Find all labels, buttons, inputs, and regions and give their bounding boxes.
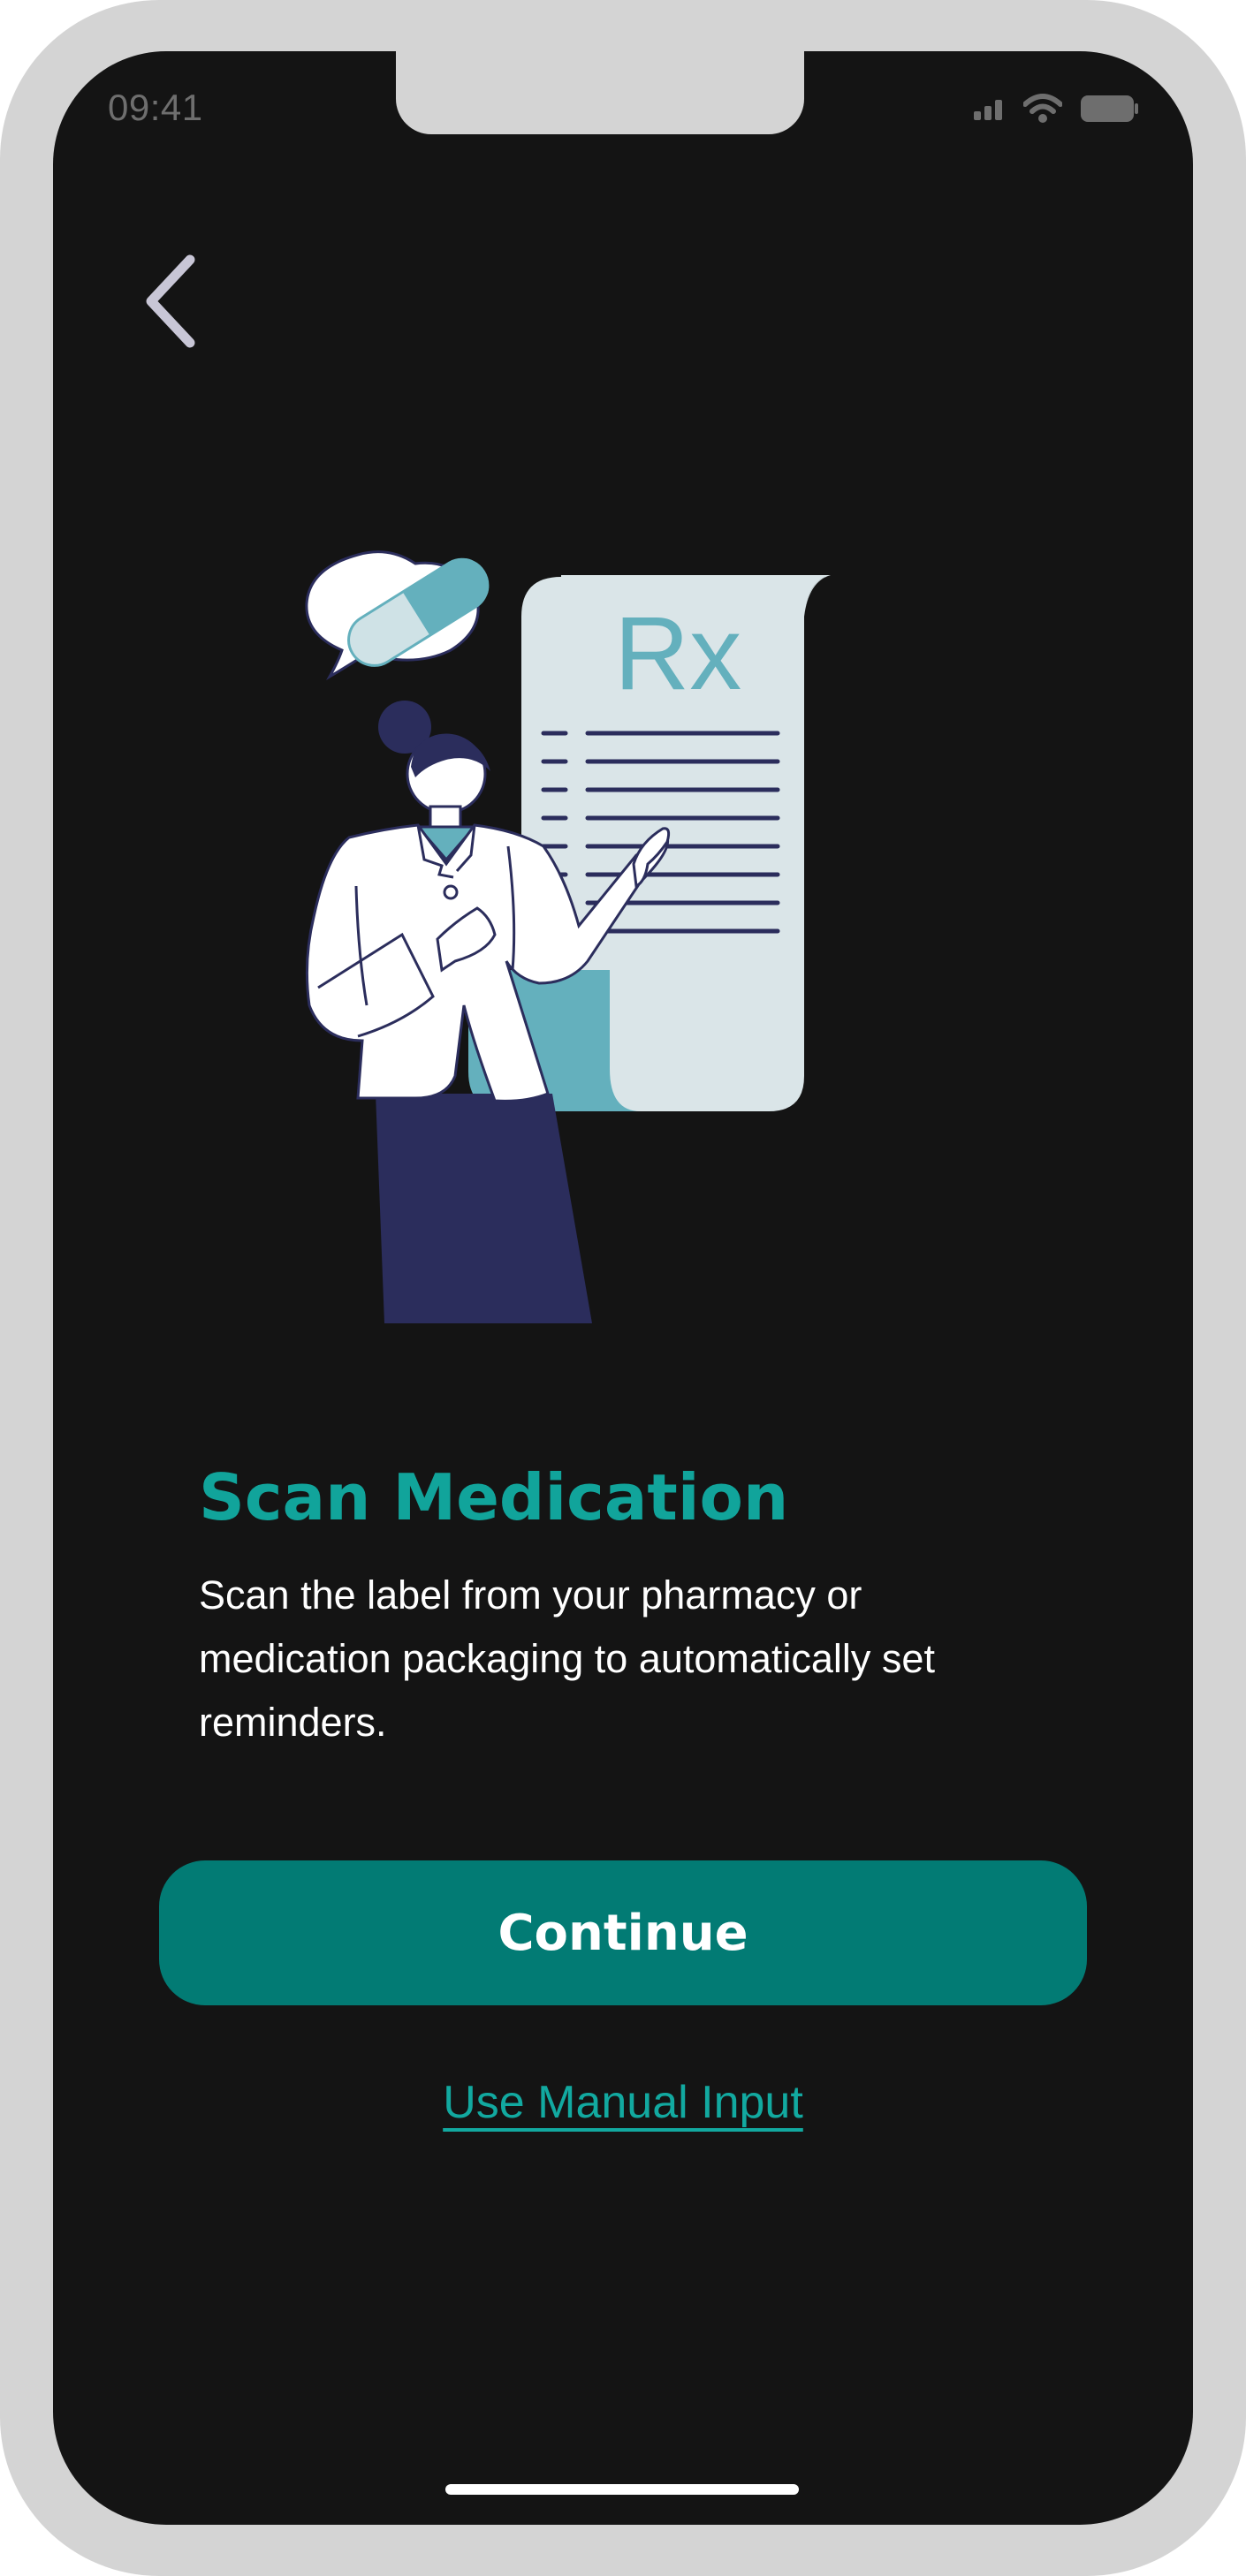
cellular-signal-icon xyxy=(974,100,1002,120)
manual-input-link[interactable]: Use Manual Input xyxy=(443,2077,803,2128)
pharmacist-illustration: Rx xyxy=(305,550,831,1323)
page-description: Scan the label from your pharmacy or med… xyxy=(199,1572,935,1745)
page-title: Scan Medication xyxy=(199,1460,789,1534)
manual-input-link-container: Use Manual Input xyxy=(53,2076,1193,2129)
app-screen: 09:41 Rx Scan Medication Scan the label … xyxy=(53,51,1193,2525)
device-notch xyxy=(396,51,804,134)
speech-bubble xyxy=(305,550,490,681)
chevron-left-icon xyxy=(146,254,195,348)
wifi-icon xyxy=(1023,94,1062,123)
rx-symbol: Rx xyxy=(614,595,741,712)
device-frame: 09:41 Rx Scan Medication Scan the label … xyxy=(0,0,1246,2576)
home-indicator[interactable] xyxy=(445,2484,799,2495)
battery-icon xyxy=(1081,95,1138,122)
status-icons xyxy=(974,94,1138,124)
back-button[interactable] xyxy=(131,244,210,359)
continue-button[interactable]: Continue xyxy=(159,1860,1087,2005)
status-time: 09:41 xyxy=(108,87,203,128)
